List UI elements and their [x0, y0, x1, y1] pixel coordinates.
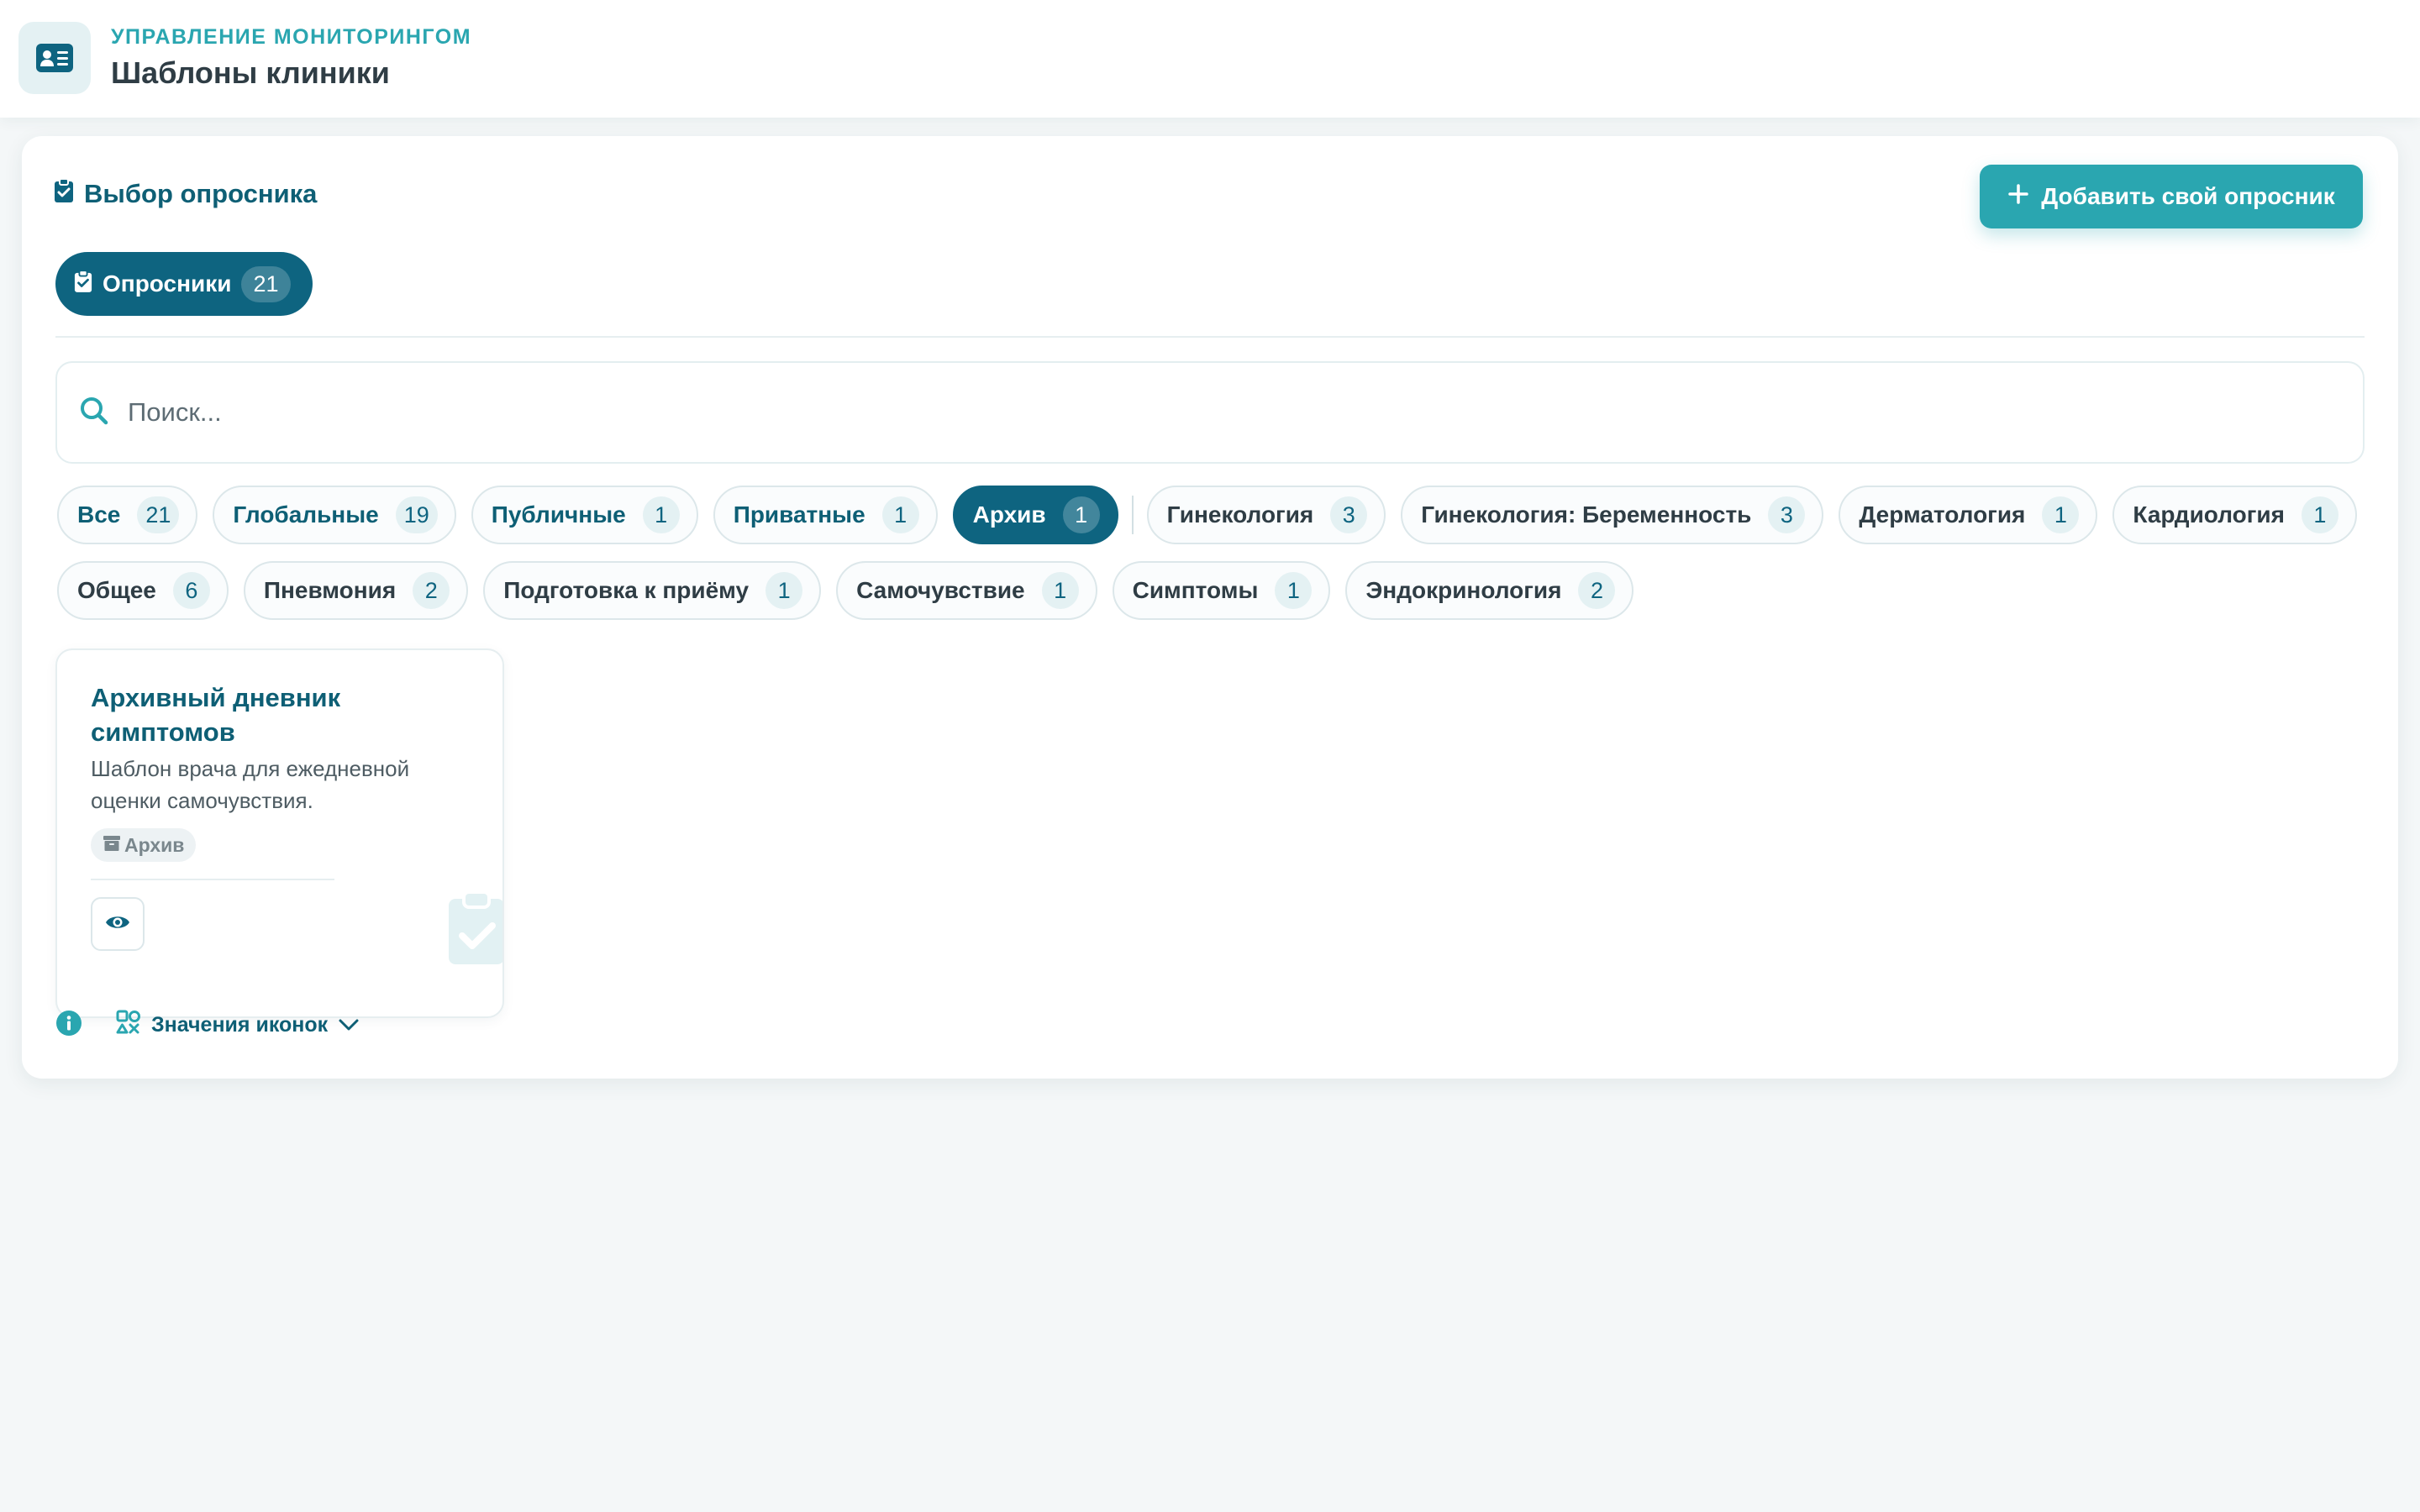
chip-label: Глобальные: [233, 501, 379, 528]
tab-count-badge: 21: [241, 265, 291, 302]
chip-count: 1: [2301, 496, 2338, 533]
filter-row-1: Все 21 Глобальные 19 Публичные 1 Приватн…: [57, 486, 2376, 544]
chip-count: 6: [172, 572, 210, 609]
filter-chip-symptoms[interactable]: Симптомы 1: [1112, 561, 1331, 620]
template-title: Архивный дневник симптомов: [91, 683, 341, 747]
divider: [55, 336, 2365, 338]
filter-chip-all[interactable]: Все 21: [57, 486, 198, 544]
chip-label: Приватные: [733, 501, 865, 528]
page-title: Шаблоны клиники: [111, 55, 390, 90]
chip-count: 2: [1578, 572, 1616, 609]
section-header: Выбор опросника: [54, 178, 317, 210]
icon-legend: Значения иконок: [55, 1010, 360, 1041]
chip-label: Гинекология: [1166, 501, 1314, 528]
icon-legend-label: Значения иконок: [151, 1013, 329, 1037]
status-badge-label: Архив: [124, 833, 185, 856]
icon-legend-toggle[interactable]: Значения иконок: [116, 1010, 360, 1041]
filter-chip-endocrinology[interactable]: Эндокринология 2: [1345, 561, 1634, 620]
status-badge: Архив: [91, 828, 197, 862]
plus-icon: [2007, 183, 2029, 211]
chip-label: Пневмония: [263, 577, 397, 603]
eye-icon: [104, 913, 131, 936]
chip-label: Архив: [972, 501, 1046, 528]
filter-chip-cardiology[interactable]: Кардиология 1: [2112, 486, 2357, 544]
chip-count: 3: [1768, 496, 1806, 533]
search-icon: [79, 396, 109, 430]
chip-label: Публичные: [491, 501, 626, 528]
add-questionnaire-button[interactable]: Добавить свой опросник: [1980, 165, 2363, 228]
chip-count: 19: [395, 496, 438, 533]
info-icon: [55, 1010, 82, 1041]
divider: [91, 879, 334, 880]
add-questionnaire-label: Добавить свой опросник: [2041, 183, 2335, 209]
chip-label: Дерматология: [1859, 501, 2026, 528]
chip-count: 1: [765, 572, 803, 609]
filter-chip-gynecology-pregnancy[interactable]: Гинекология: Беременность 3: [1401, 486, 1824, 544]
chip-label: Кардиология: [2133, 501, 2285, 528]
archive-icon: [103, 834, 121, 857]
view-button[interactable]: [91, 897, 145, 951]
chip-count: 21: [137, 496, 180, 533]
search-box: [55, 361, 2365, 464]
tab-label: Опросники: [103, 270, 232, 297]
template-description: Шаблон врача для ежедневной оценки самоч…: [91, 756, 410, 813]
clipboard-check-icon: [74, 269, 92, 299]
filter-separator: [1131, 496, 1134, 534]
tab-questionnaires[interactable]: Опросники 21: [55, 252, 313, 316]
chip-count: 1: [881, 496, 919, 533]
clipboard-check-icon: [54, 178, 74, 210]
chip-count: 1: [1041, 572, 1079, 609]
main-card: Выбор опросника Добавить свой опросник О…: [22, 136, 2398, 1079]
chip-label: Подготовка к приёму: [503, 577, 750, 603]
chip-count: 1: [1062, 496, 1100, 533]
icons-icon: [116, 1010, 141, 1041]
chip-count: 1: [2042, 496, 2080, 533]
filter-chip-pneumonia[interactable]: Пневмония 2: [243, 561, 469, 620]
chip-label: Общее: [77, 577, 156, 603]
template-card[interactable]: Архивный дневник симптомов Шаблон врача …: [55, 648, 504, 1018]
filter-chip-gynecology[interactable]: Гинекология 3: [1146, 486, 1386, 544]
chip-label: Гинекология: Беременность: [1421, 501, 1752, 528]
chip-count: 3: [1330, 496, 1368, 533]
chevron-down-icon: [338, 1013, 360, 1037]
filter-chip-archive[interactable]: Архив 1: [952, 486, 1118, 544]
filter-chip-dermatology[interactable]: Дерматология 1: [1839, 486, 2098, 544]
chip-count: 1: [642, 496, 680, 533]
section-title: Выбор опросника: [84, 179, 318, 208]
filter-chip-general[interactable]: Общее 6: [57, 561, 229, 620]
search-input[interactable]: [128, 397, 2228, 428]
filter-chip-visit-prep[interactable]: Подготовка к приёму 1: [483, 561, 822, 620]
chip-label: Эндокринология: [1365, 577, 1562, 603]
chip-count: 2: [413, 572, 450, 609]
filter-chip-private[interactable]: Приватные 1: [713, 486, 938, 544]
id-card-icon: [18, 22, 91, 94]
filter-chips: Все 21 Глобальные 19 Публичные 1 Приватн…: [57, 486, 2376, 637]
chip-count: 1: [1275, 572, 1313, 609]
chip-label: Все: [77, 501, 121, 528]
breadcrumb: УПРАВЛЕНИЕ МОНИТОРИНГОМ: [111, 25, 472, 49]
filter-chip-wellbeing[interactable]: Самочувствие 1: [836, 561, 1097, 620]
chip-label: Симптомы: [1132, 577, 1259, 603]
filter-chip-global[interactable]: Глобальные 19: [213, 486, 456, 544]
top-bar: УПРАВЛЕНИЕ МОНИТОРИНГОМ Шаблоны клиники: [0, 0, 2420, 118]
filter-chip-public[interactable]: Публичные 1: [471, 486, 698, 544]
filter-row-2: Общее 6 Пневмония 2 Подготовка к приёму …: [57, 561, 2376, 620]
clipboard-check-icon: [447, 890, 502, 970]
chip-label: Самочувствие: [856, 577, 1025, 603]
